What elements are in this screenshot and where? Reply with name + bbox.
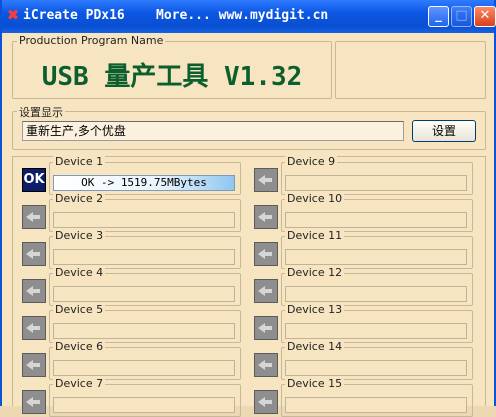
device-status-indicator: OK: [22, 168, 46, 192]
device-slot: Device 11: [281, 229, 473, 269]
device-label: Device 5: [53, 303, 106, 316]
device-status-indicator: [254, 390, 278, 414]
device-label: Device 10: [285, 192, 345, 205]
device-label: Device 3: [53, 229, 106, 242]
arrow-left-icon: [258, 323, 272, 333]
maximize-button[interactable]: □: [451, 6, 472, 27]
device-slot: Device 3: [49, 229, 241, 269]
close-button[interactable]: ✕: [474, 6, 496, 27]
device-progress-bar: [285, 286, 467, 302]
device-slot: Device 4: [49, 266, 241, 306]
settings-status-field: 重新生产,多个优盘: [22, 121, 404, 141]
arrow-left-icon: [258, 249, 272, 259]
arrow-left-icon: [26, 360, 40, 370]
device-slot: Device 1 OK -> 1519.75MBytes: [49, 155, 241, 195]
device-progress-bar: [53, 249, 235, 265]
device-slot: Device 10: [281, 192, 473, 232]
device-status-indicator: [254, 168, 278, 192]
program-name-legend: Production Program Name: [17, 34, 166, 47]
device-status-indicator: [254, 279, 278, 303]
title-bar[interactable]: ✖ iCreate PDx16 More... www.mydigit.cn _…: [2, 0, 496, 33]
device-status-indicator: [22, 390, 46, 414]
device-slot: Device 9: [281, 155, 473, 195]
settings-button[interactable]: 设置: [412, 120, 476, 142]
arrow-left-icon: [26, 249, 40, 259]
arrow-left-icon: [26, 286, 40, 296]
device-progress-bar: [53, 360, 235, 376]
device-progress-bar: [53, 323, 235, 339]
device-label: Device 12: [285, 266, 345, 279]
device-progress-bar: [53, 212, 235, 228]
device-slot: Device 2: [49, 192, 241, 232]
device-progress-bar: [285, 397, 467, 413]
device-progress-bar: [285, 175, 467, 191]
arrow-left-icon: [258, 286, 272, 296]
device-label: Device 1: [53, 155, 106, 168]
device-status-indicator: [22, 279, 46, 303]
device-slot: Device 12: [281, 266, 473, 306]
arrow-left-icon: [26, 212, 40, 222]
device-progress-bar: [285, 360, 467, 376]
minimize-button[interactable]: _: [428, 6, 449, 27]
device-slot: Device 6: [49, 340, 241, 380]
device-progress-bar: [285, 249, 467, 265]
device-slot: Device 5: [49, 303, 241, 343]
device-label: Device 7: [53, 377, 106, 390]
arrow-left-icon: [258, 175, 272, 185]
device-slot: Device 14: [281, 340, 473, 380]
device-label: Device 4: [53, 266, 106, 279]
device-label: Device 11: [285, 229, 345, 242]
device-status-indicator: [22, 353, 46, 377]
device-label: Device 9: [285, 155, 338, 168]
device-label: Device 15: [285, 377, 345, 390]
main-window: ✖ iCreate PDx16 More... www.mydigit.cn _…: [0, 0, 496, 417]
device-slot: Device 15: [281, 377, 473, 417]
device-label: Device 6: [53, 340, 106, 353]
device-progress-bar: OK -> 1519.75MBytes: [53, 175, 235, 191]
device-status-indicator: [22, 316, 46, 340]
device-status-indicator: [254, 205, 278, 229]
app-icon[interactable]: ✖: [5, 7, 21, 23]
device-progress-bar: [285, 212, 467, 228]
device-label: Device 2: [53, 192, 106, 205]
device-status-indicator: [254, 242, 278, 266]
side-panel: [335, 41, 486, 99]
device-status-indicator: [254, 353, 278, 377]
arrow-left-icon: [258, 212, 272, 222]
device-label: Device 14: [285, 340, 345, 353]
program-name: USB 量产工具 V1.32: [41, 62, 303, 92]
arrow-left-icon: [258, 360, 272, 370]
window-title: iCreate PDx16 More... www.mydigit.cn: [23, 8, 329, 23]
device-progress-bar: [53, 286, 235, 302]
arrow-left-icon: [26, 323, 40, 333]
device-progress-bar: [285, 323, 467, 339]
device-progress-bar: [53, 397, 235, 413]
settings-legend: 设置显示: [17, 104, 65, 120]
device-status-indicator: [22, 205, 46, 229]
program-name-group: Production Program Name USB 量产工具 V1.32: [12, 34, 332, 99]
device-status-indicator: [22, 242, 46, 266]
device-slot: Device 13: [281, 303, 473, 343]
device-slot: Device 7: [49, 377, 241, 417]
device-label: Device 13: [285, 303, 345, 316]
device-status-indicator: [254, 316, 278, 340]
